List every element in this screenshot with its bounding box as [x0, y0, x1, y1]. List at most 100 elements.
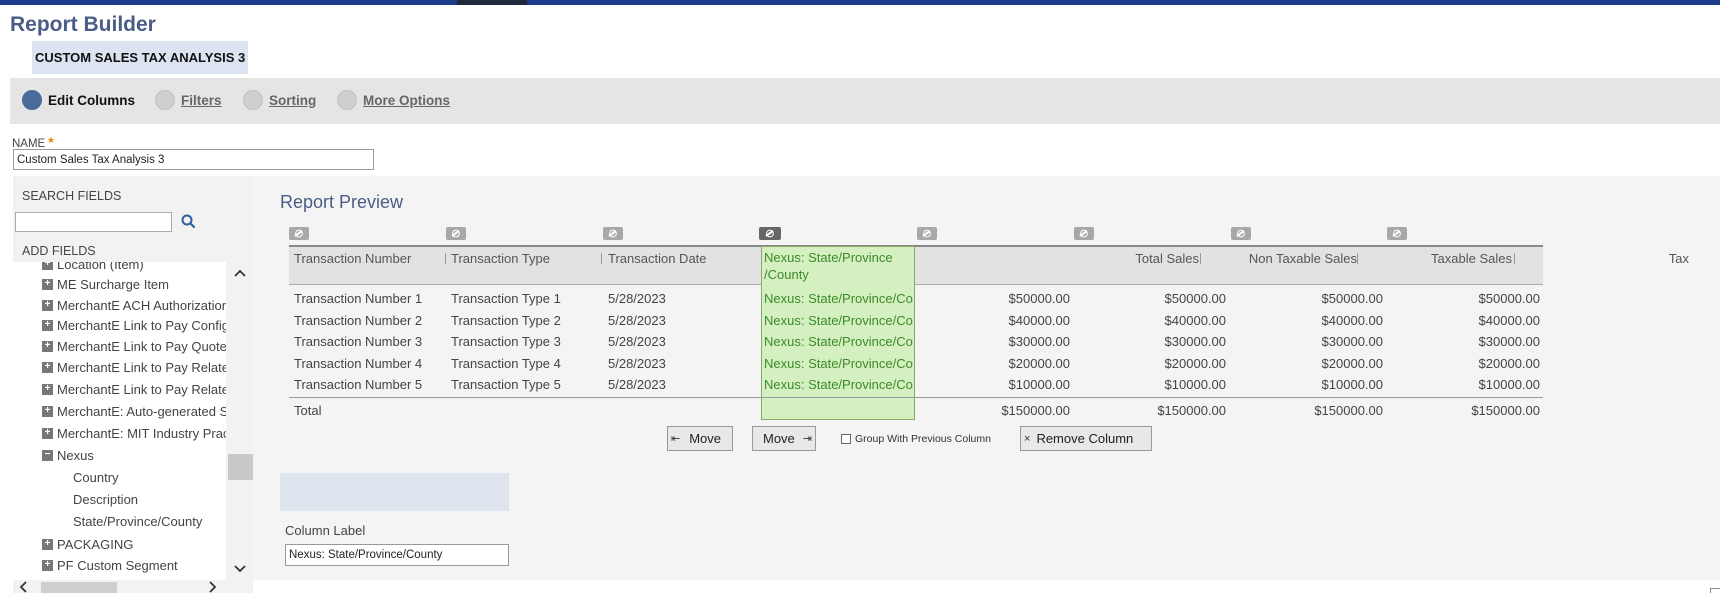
search-fields-label: SEARCH FIELDS — [22, 189, 122, 203]
table-cell: Transaction Type 2 — [451, 313, 561, 328]
close-icon: × — [1024, 432, 1031, 445]
column-header[interactable]: Tax — [1439, 251, 1689, 266]
tree-item[interactable]: + PF Custom Segment — [13, 554, 226, 576]
table-cell: $50000.00 — [1321, 291, 1383, 306]
tree-item[interactable]: + MerchantE Link to Pay Quote — [13, 335, 226, 357]
step-label: Filters — [181, 92, 222, 108]
expand-icon[interactable]: + — [42, 361, 53, 373]
column-resize-handle[interactable] — [601, 253, 602, 264]
column-resize-handle[interactable] — [1200, 253, 1201, 264]
group-with-previous-checkbox[interactable] — [841, 434, 851, 444]
edit-column-icon[interactable] — [603, 227, 623, 240]
required-marker: * — [48, 134, 54, 150]
table-cell: $30000.00 — [1478, 334, 1540, 349]
group-with-previous-label: Group With Previous Column — [855, 433, 991, 445]
column-header[interactable]: Transaction Number — [294, 251, 411, 266]
tree-item-label: MerchantE Link to Pay Quote — [57, 338, 226, 354]
tree-horizontal-scrollbar[interactable] — [13, 580, 253, 593]
scroll-thumb[interactable] — [228, 454, 253, 480]
table-cell: Transaction Type 3 — [451, 334, 561, 349]
table-cell: $30000.00 — [1321, 334, 1383, 349]
tree-item[interactable]: + MerchantE Link to Pay Config — [13, 314, 226, 336]
table-cell: 5/28/2023 — [608, 356, 666, 371]
table-cell: $20000.00 — [1478, 356, 1540, 371]
move-right-label: Move — [763, 431, 795, 446]
tree-item-label: MerchantE ACH Authorization — [57, 297, 226, 313]
step-filters[interactable]: Filters — [155, 88, 222, 112]
step-navigation: Edit Columns Filters Sorting More Option… — [10, 78, 1720, 124]
step-sorting[interactable]: Sorting — [243, 88, 316, 112]
edit-column-icon[interactable] — [917, 227, 937, 240]
tree-item[interactable]: + MerchantE Link to Pay Relate — [13, 356, 226, 378]
tree-item-nexus[interactable]: − Nexus — [13, 444, 226, 466]
step-label: Sorting — [269, 92, 317, 108]
expand-icon[interactable]: + — [42, 262, 53, 270]
tree-child-description[interactable]: Description — [13, 488, 226, 510]
tree-vertical-scrollbar[interactable] — [226, 262, 253, 580]
tree-item-label: PACKAGING — [57, 536, 134, 552]
table-cell: $10000.00 — [1321, 377, 1383, 392]
remove-column-button[interactable]: × Remove Column — [1020, 426, 1152, 451]
scroll-right-icon[interactable] — [209, 580, 217, 598]
edit-column-icon[interactable] — [759, 227, 781, 240]
report-name-input[interactable] — [13, 149, 374, 170]
search-icon[interactable] — [179, 212, 199, 232]
column-resize-handle[interactable] — [445, 253, 446, 264]
tree-item-label: MerchantE Link to Pay Relate — [57, 381, 226, 397]
tree-item[interactable]: + ME Surcharge Item — [13, 273, 226, 295]
tree-item[interactable]: + PACKAGING — [13, 533, 226, 555]
column-header[interactable]: Transaction Date — [608, 251, 707, 266]
edit-column-icon[interactable] — [289, 227, 309, 240]
column-label-input[interactable] — [285, 544, 509, 566]
tree-item[interactable]: + MerchantE Link to Pay Relate — [13, 378, 226, 400]
move-right-button[interactable]: Move ⇥ — [752, 426, 816, 451]
remove-column-label: Remove Column — [1036, 431, 1134, 446]
table-cell: 5/28/2023 — [608, 313, 666, 328]
table-cell: Transaction Number 4 — [294, 356, 423, 371]
tree-item[interactable]: + MerchantE ACH Authorization — [13, 294, 226, 316]
expand-icon[interactable]: + — [42, 405, 53, 417]
tree-child-state-province-county[interactable]: State/Province/County — [13, 510, 226, 532]
column-header[interactable]: Total Sales — [989, 251, 1199, 266]
step-label: More Options — [363, 92, 450, 108]
step-more-options[interactable]: More Options — [337, 88, 450, 112]
expand-icon[interactable]: + — [42, 340, 53, 352]
expand-icon[interactable]: + — [42, 427, 53, 439]
expand-icon[interactable]: + — [42, 319, 53, 331]
scroll-thumb[interactable] — [41, 582, 117, 593]
step-indicator-icon — [22, 90, 42, 110]
edit-column-icon[interactable] — [1387, 227, 1407, 240]
table-cell: $40000.00 — [1478, 313, 1540, 328]
edit-column-icon[interactable] — [1074, 227, 1094, 240]
top-nav-bar — [0, 0, 1720, 5]
column-header-selected[interactable]: Nexus: State/Province /County — [764, 249, 914, 283]
collapse-icon[interactable]: − — [42, 449, 53, 461]
search-fields-input[interactable] — [15, 212, 172, 232]
move-left-button[interactable]: ⇤ Move — [667, 426, 733, 451]
scroll-left-icon[interactable] — [19, 580, 27, 598]
table-cell: $30000.00 — [1164, 334, 1226, 349]
table-cell: 5/28/2023 — [608, 334, 666, 349]
expand-icon[interactable]: + — [42, 299, 53, 311]
tree-item[interactable]: + MerchantE: MIT Industry Prac — [13, 422, 226, 444]
expand-icon[interactable]: + — [42, 278, 53, 290]
expand-icon[interactable]: + — [42, 559, 53, 571]
expand-icon[interactable]: + — [42, 383, 53, 395]
tree-child-country[interactable]: Country — [13, 466, 226, 488]
page-title: Report Builder — [10, 13, 156, 36]
group-with-previous-toggle[interactable]: Group With Previous Column — [841, 433, 991, 445]
table-cell: 5/28/2023 — [608, 291, 666, 306]
table-cell: $50000.00 — [1164, 291, 1226, 306]
table-cell: $20000.00 — [1321, 356, 1383, 371]
expand-icon[interactable]: + — [42, 538, 53, 550]
column-header[interactable]: Transaction Type — [451, 251, 550, 266]
scroll-down-icon[interactable] — [226, 558, 253, 580]
table-cell: $10000.00 — [1164, 377, 1226, 392]
edit-column-icon[interactable] — [446, 227, 466, 240]
edit-column-icon[interactable] — [1231, 227, 1251, 240]
step-edit-columns[interactable]: Edit Columns — [22, 88, 135, 112]
scroll-up-icon[interactable] — [226, 262, 253, 284]
tree-item[interactable]: + MerchantE: Auto-generated S — [13, 400, 226, 422]
table-cell: $10000.00 — [1478, 377, 1540, 392]
preview-title: Report Preview — [280, 192, 404, 212]
